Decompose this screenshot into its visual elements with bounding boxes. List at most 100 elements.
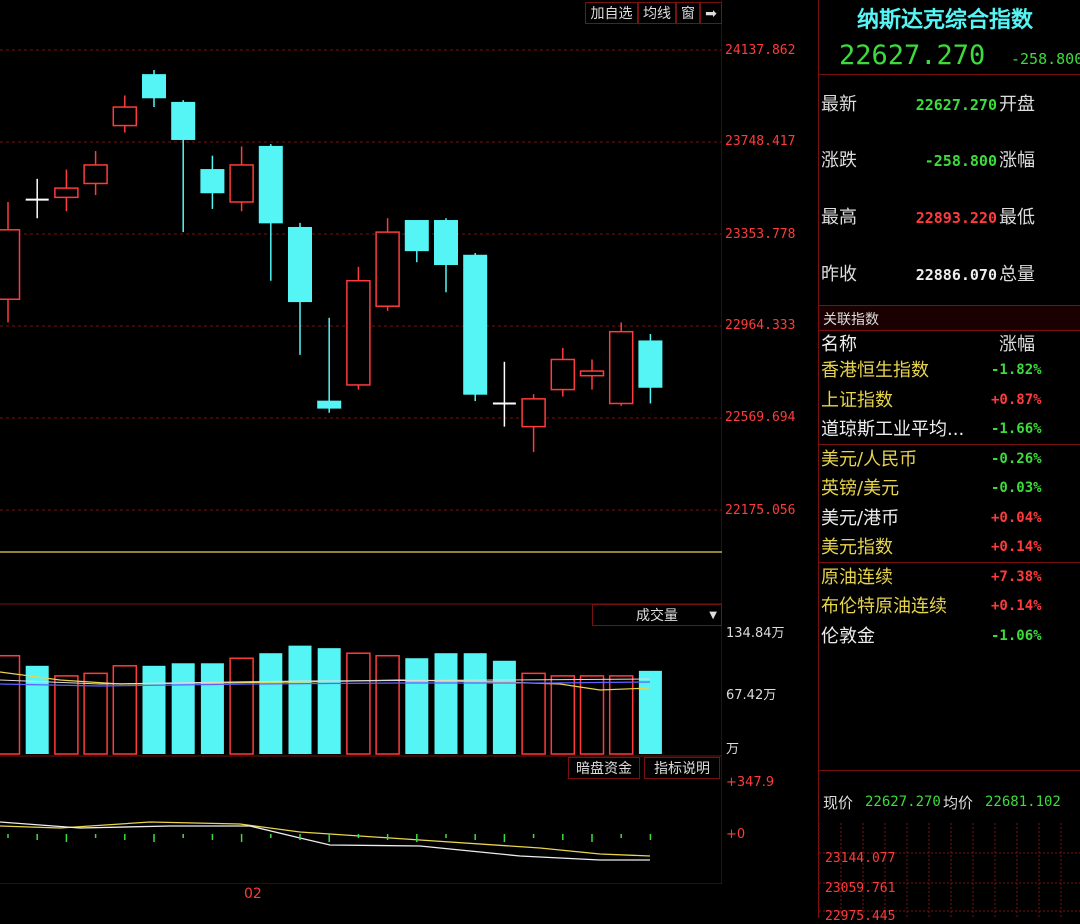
volume-bar	[550, 675, 576, 755]
candle-body	[375, 231, 400, 307]
current-price-label: 现价	[823, 794, 854, 812]
related-index-name: 美元/人民币	[821, 449, 918, 470]
quote-key: 涨幅	[999, 150, 1035, 171]
quote-row: 昨收 22886.070 总量	[819, 260, 1080, 290]
quote-value: 22627.270	[915, 96, 997, 114]
price-axis-label: 22964.333	[725, 318, 796, 333]
volume-axis-unit: 万	[726, 742, 740, 757]
volume-bar	[200, 663, 224, 754]
related-index-row[interactable]: 美元/港币 +0.04%	[819, 504, 1080, 533]
related-columns-header: 名称 涨幅	[819, 330, 1080, 359]
volume-axis-label: 134.84万	[726, 626, 785, 641]
quote-panel: 纳斯达克综合指数 22627.270 -258.800 最新 22627.270…	[818, 0, 1080, 924]
candle-body	[550, 358, 576, 391]
candle-body	[463, 254, 488, 395]
price-axis-label: 23353.778	[725, 227, 796, 242]
volume-bar	[288, 645, 312, 754]
column-pct: 涨幅	[999, 334, 1035, 355]
price-axis-label: 22569.694	[725, 410, 796, 425]
related-index-pct: +7.38%	[991, 569, 1042, 585]
candle-body	[0, 229, 21, 301]
quote-row: 最高 22893.220 最低	[819, 203, 1080, 233]
quote-key: 涨跌	[821, 150, 857, 171]
related-index-name: 道琼斯工业平均...	[821, 419, 965, 440]
dark-pool-funds-tab[interactable]: 暗盘资金	[568, 757, 640, 779]
related-index-row[interactable]: 道琼斯工业平均... -1.66%	[819, 415, 1080, 444]
price-axis-label: 23748.417	[725, 134, 796, 149]
candlestick-chart-area[interactable]	[0, 0, 722, 884]
mini-chart-grid	[819, 823, 1080, 918]
indicator-help-tab[interactable]: 指标说明	[644, 757, 720, 779]
related-index-pct: -1.06%	[991, 628, 1042, 644]
volume-bar	[638, 670, 662, 754]
window-button[interactable]: 窗	[676, 2, 700, 24]
related-index-row[interactable]: 上证指数 +0.87%	[819, 386, 1080, 415]
related-index-row[interactable]: 美元/人民币 -0.26%	[819, 445, 1080, 474]
related-index-pct: -1.66%	[991, 421, 1042, 437]
average-price-label: 均价	[943, 794, 974, 812]
arrow-right-icon[interactable]: ➡	[700, 2, 722, 24]
volume-bar	[492, 660, 516, 754]
mini-axis-label: 23144.077	[825, 851, 896, 866]
candle-body	[83, 164, 108, 185]
candle-body	[112, 106, 138, 127]
candle-body	[258, 145, 283, 224]
volume-bar	[259, 653, 283, 754]
index-title: 纳斯达克综合指数	[857, 7, 1034, 33]
related-index-row[interactable]: 布伦特原油连续 +0.14%	[819, 592, 1080, 621]
candle-body	[142, 74, 166, 99]
candle-body	[200, 169, 225, 194]
quote-value: 22893.220	[915, 209, 997, 227]
volume-bar	[317, 648, 341, 754]
candle-body	[608, 330, 634, 405]
quote-row: 最新 22627.270 开盘	[819, 90, 1080, 120]
price-axis-label: 24137.862	[725, 43, 796, 58]
related-index-row[interactable]: 香港恒生指数 -1.82%	[819, 356, 1080, 385]
ma-lines-button[interactable]: 均线	[638, 2, 676, 24]
related-index-pct: -0.26%	[991, 451, 1042, 467]
quote-value: -258.800	[924, 152, 997, 170]
related-index-pct: -1.82%	[991, 362, 1042, 378]
mini-axis-label: 23059.761	[825, 881, 896, 896]
related-index-pct: +0.04%	[991, 510, 1042, 526]
quote-key: 昨收	[821, 264, 857, 285]
volume-bar	[405, 658, 429, 754]
average-price-value: 22681.102	[985, 794, 1061, 810]
quote-key: 最低	[999, 207, 1035, 228]
chart-canvas[interactable]	[0, 0, 722, 884]
related-index-name: 伦敦金	[821, 626, 875, 647]
volume-bar	[434, 653, 458, 754]
divider	[819, 74, 1080, 75]
related-index-row[interactable]: 美元指数 +0.14%	[819, 533, 1080, 562]
related-index-name: 上证指数	[821, 390, 893, 411]
candle-body	[638, 340, 663, 388]
candle-body	[229, 164, 254, 203]
candle-body	[521, 398, 546, 428]
add-watchlist-button[interactable]: 加自选	[585, 2, 638, 24]
volume-bar	[375, 654, 400, 755]
divider	[819, 444, 1080, 445]
volume-bar	[229, 657, 254, 755]
volume-bar	[521, 672, 546, 755]
price-change: -258.800	[1011, 50, 1080, 68]
candle-body	[404, 220, 429, 252]
candle-body	[579, 370, 605, 377]
indicator-axis-label: +0	[726, 827, 746, 842]
quote-key: 总量	[999, 264, 1035, 285]
volume-bar	[142, 665, 166, 754]
related-index-row[interactable]: 伦敦金 -1.06%	[819, 622, 1080, 651]
quote-key: 最新	[821, 94, 857, 115]
volume-bar	[171, 663, 195, 754]
indicator-line	[0, 821, 650, 861]
related-index-name: 英镑/美元	[821, 478, 900, 499]
related-index-name: 香港恒生指数	[821, 360, 929, 381]
volume-indicator-select[interactable]: 成交量 ▼	[592, 604, 722, 626]
candle-body	[171, 101, 196, 140]
volume-bar	[25, 665, 49, 754]
related-index-row[interactable]: 英镑/美元 -0.03%	[819, 474, 1080, 503]
related-title: 关联指数	[823, 312, 879, 328]
related-index-row[interactable]: 原油连续 +7.38%	[819, 563, 1080, 592]
quote-value: 22886.070	[915, 266, 997, 284]
divider	[819, 770, 1080, 771]
quote-row: 涨跌 -258.800 涨幅	[819, 146, 1080, 176]
